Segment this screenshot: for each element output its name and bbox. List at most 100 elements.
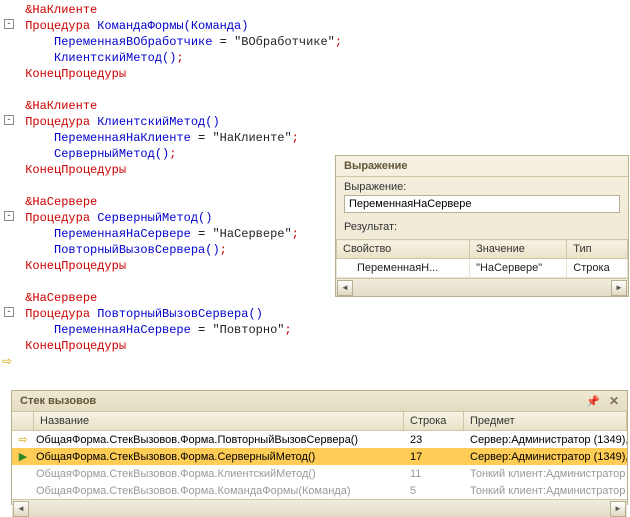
row-subject: Тонкий клиент:Администратор — [464, 485, 627, 497]
string: "НаСервере" — [212, 227, 291, 241]
stack-row[interactable]: ОбщаяФорма.СтекВызовов.Форма.КлиентскийМ… — [12, 465, 627, 482]
row-icon: ▶ — [12, 450, 34, 463]
code-line: ПеременнаяНаСервере = "Повторно"; — [18, 322, 630, 338]
row-line: 5 — [404, 485, 464, 497]
semi: ; — [284, 323, 291, 337]
fold-icon[interactable]: - — [4, 19, 14, 29]
scroll-right-icon[interactable]: ► — [610, 501, 626, 517]
col-subject[interactable]: Предмет — [464, 412, 627, 430]
row-line: 23 — [404, 434, 464, 446]
var: ПеременнаяНаСервере — [54, 227, 191, 241]
semi: ; — [169, 147, 176, 161]
row-name: ОбщаяФорма.СтекВызовов.Форма.СерверныйМе… — [34, 451, 404, 463]
result-row[interactable]: ПеременнаяН... "НаСервере" Строка — [337, 259, 628, 278]
semi: ; — [292, 227, 299, 241]
code-line: ПеременнаяНаКлиенте = "НаКлиенте"; — [18, 130, 630, 146]
col-value[interactable]: Значение — [470, 240, 567, 259]
horizontal-scrollbar[interactable]: ◄ ► — [336, 278, 628, 296]
proc-keyword: Процедура — [25, 307, 90, 321]
parens: () — [162, 51, 176, 65]
row-subject: Тонкий клиент:Администратор — [464, 468, 627, 480]
scroll-left-icon[interactable]: ◄ — [13, 501, 29, 517]
code-line: Процедура ПовторныйВызовСервера() — [18, 306, 630, 322]
col-line[interactable]: Строка — [404, 412, 464, 430]
fold-icon[interactable]: - — [4, 307, 14, 317]
result-label: Результат: — [344, 221, 620, 233]
assign: = — [191, 227, 213, 241]
stack-body: ⇨ОбщаяФорма.СтекВызовов.Форма.ПовторныйВ… — [12, 431, 627, 499]
directive: &НаСервере — [25, 195, 97, 209]
col-name[interactable]: Название — [34, 412, 404, 430]
code-line: Процедура КомандаФормы(Команда) — [18, 18, 630, 34]
var: ПеременнаяНаСервере — [54, 323, 191, 337]
panel-title: Стек вызовов — [20, 395, 96, 407]
parens: () — [155, 147, 169, 161]
row-subject: Сервер:Администратор (1349), — [464, 434, 627, 446]
assign: = — [191, 131, 213, 145]
horizontal-scrollbar[interactable]: ◄ ► — [12, 499, 627, 517]
proc-name: КлиентскийМетод — [97, 115, 205, 129]
col-property[interactable]: Свойство — [337, 240, 470, 259]
cell-value: "НаСервере" — [470, 259, 567, 278]
proc-name: КомандаФормы — [97, 19, 183, 33]
string: "НаКлиенте" — [212, 131, 291, 145]
string: "Повторно" — [212, 323, 284, 337]
call: ПовторныйВызовСервера — [54, 243, 205, 257]
assign: = — [191, 323, 213, 337]
string: "ВОбработчике" — [234, 35, 335, 49]
var: ПеременнаяНаКлиенте — [54, 131, 191, 145]
stack-row[interactable]: ▶ОбщаяФорма.СтекВызовов.Форма.СерверныйМ… — [12, 448, 627, 465]
stack-row[interactable]: ОбщаяФорма.СтекВызовов.Форма.КомандаФорм… — [12, 482, 627, 499]
scroll-left-icon[interactable]: ◄ — [337, 280, 353, 296]
semi: ; — [220, 243, 227, 257]
directive: &НаКлиенте — [25, 99, 97, 113]
semi: ; — [292, 131, 299, 145]
scroll-right-icon[interactable]: ► — [611, 280, 627, 296]
row-line: 11 — [404, 468, 464, 480]
end-keyword: КонецПроцедуры — [25, 259, 126, 273]
semi: ; — [335, 35, 342, 49]
proc-args: () — [198, 211, 212, 225]
end-keyword: КонецПроцедуры — [25, 67, 126, 81]
col-type[interactable]: Тип — [567, 240, 628, 259]
proc-args: () — [205, 115, 219, 129]
result-table: Свойство Значение Тип ПеременнаяН... "На… — [336, 239, 628, 278]
var: ПеременнаяВОбработчике — [54, 35, 212, 49]
exec-arrow-icon: ⇨ — [2, 354, 12, 370]
code-line: КонецПроцедуры — [18, 66, 630, 82]
proc-args: () — [248, 307, 262, 321]
expression-input[interactable] — [344, 195, 620, 213]
expression-label: Выражение: — [344, 181, 620, 193]
fold-icon[interactable]: - — [4, 115, 14, 125]
proc-keyword: Процедура — [25, 211, 90, 225]
pin-icon[interactable]: 📌 — [586, 396, 600, 408]
proc-keyword: Процедура — [25, 19, 90, 33]
code-line: &НаКлиенте — [18, 98, 630, 114]
assign: = — [212, 35, 234, 49]
code-line: КонецПроцедуры — [18, 338, 630, 354]
row-name: ОбщаяФорма.СтекВызовов.Форма.ПовторныйВы… — [34, 434, 404, 446]
proc-name: ПовторныйВызовСервера — [97, 307, 248, 321]
panel-title: Выражение — [336, 156, 628, 177]
end-keyword: КонецПроцедуры — [25, 163, 126, 177]
cell-property: ПеременнаяН... — [337, 259, 470, 278]
fold-icon[interactable]: - — [4, 211, 14, 221]
close-icon[interactable]: ✕ — [609, 394, 619, 408]
proc-args: (Команда) — [184, 19, 249, 33]
proc-keyword: Процедура — [25, 115, 90, 129]
row-name: ОбщаяФорма.СтекВызовов.Форма.КомандаФорм… — [34, 485, 404, 497]
parens: () — [205, 243, 219, 257]
row-line: 17 — [404, 451, 464, 463]
semi: ; — [176, 51, 183, 65]
stack-header: Название Строка Предмет — [12, 412, 627, 431]
stack-row[interactable]: ⇨ОбщаяФорма.СтекВызовов.Форма.ПовторныйВ… — [12, 431, 627, 448]
directive: &НаКлиенте — [25, 3, 97, 17]
call: КлиентскийМетод — [54, 51, 162, 65]
end-keyword: КонецПроцедуры — [25, 339, 126, 353]
code-line: ПеременнаяВОбработчике = "ВОбработчике"; — [18, 34, 630, 50]
expression-panel: Выражение Выражение: Результат: Свойство… — [335, 155, 629, 297]
code-line: КлиентскийМетод(); — [18, 50, 630, 66]
call-stack-panel: Стек вызовов 📌 ✕ Название Строка Предмет… — [11, 390, 628, 505]
row-name: ОбщаяФорма.СтекВызовов.Форма.КлиентскийМ… — [34, 468, 404, 480]
proc-name: СерверныйМетод — [97, 211, 198, 225]
